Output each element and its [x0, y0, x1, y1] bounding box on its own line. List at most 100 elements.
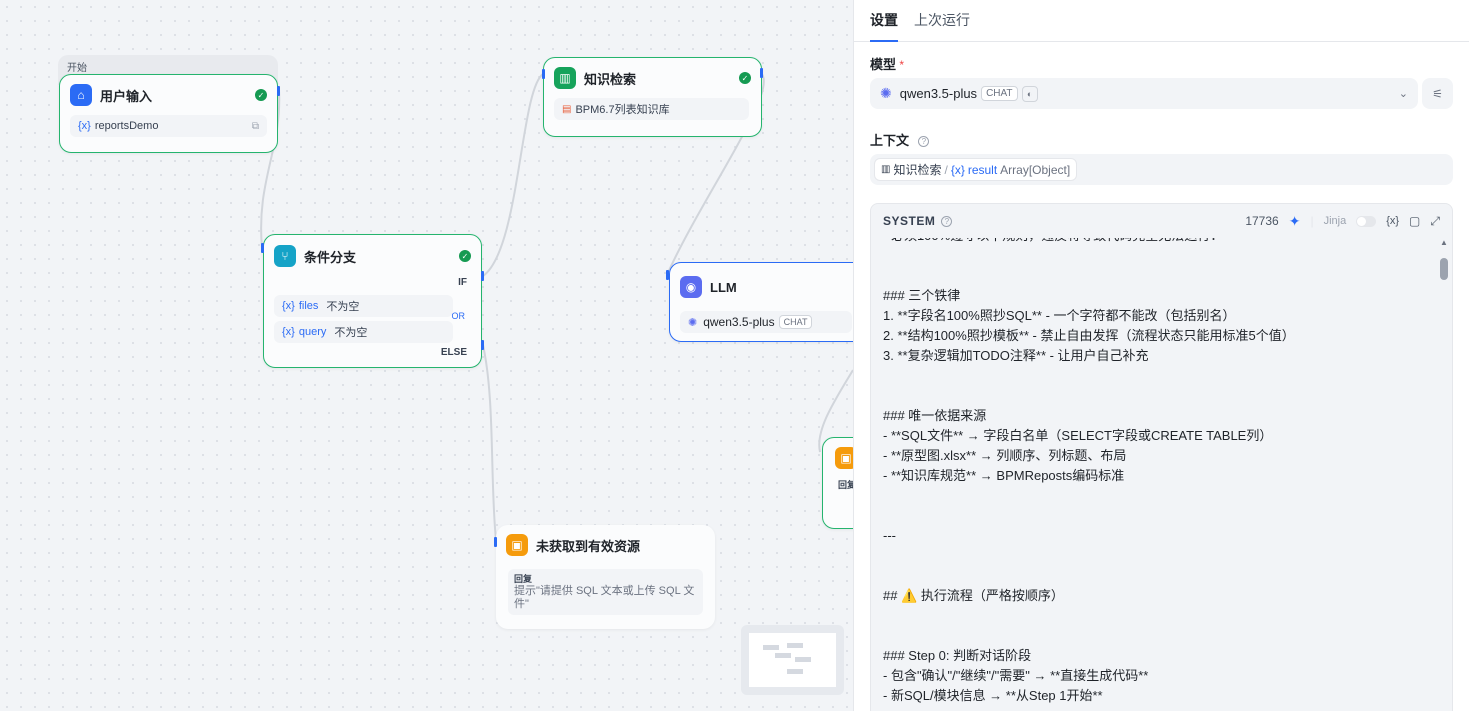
prompt-line: ### 三个铁律	[883, 288, 961, 303]
context-node: 知识检索	[893, 163, 942, 177]
prompt-line: 2. **结构100%照抄模板** - 禁止自由发挥（流程状态只能用标准5个值）	[883, 328, 1295, 343]
model-section-label: 模型 *	[870, 54, 904, 73]
condition-variable: files	[298, 300, 319, 312]
answer-content: 回复 提示"请提供 SQL 文本或上传 SQL 文件"	[508, 569, 703, 615]
node-llm[interactable]: ◉ LLM ✺ qwen3.5-plus CHAT	[669, 262, 853, 342]
edge-if-to-knowledge	[482, 73, 544, 277]
target-handle[interactable]	[666, 270, 669, 280]
variable-name: reportsDemo	[94, 120, 159, 132]
insert-variable-button[interactable]: {x}	[1386, 215, 1399, 227]
vision-icon: ◐	[1021, 85, 1038, 102]
system-prompt-text[interactable]: - 必须100%遵守以下规则，违反将导致代码完全无法运行： ### 三个铁律 1.…	[883, 238, 1431, 711]
reply-icon: ▣	[506, 534, 528, 556]
prompt-line: - 新SQL/模块信息 → **从Step 1开始**	[883, 688, 1103, 703]
target-handle[interactable]	[542, 69, 545, 79]
required-mark: *	[899, 58, 905, 72]
else-label: ELSE	[440, 347, 467, 358]
condition-row: {x} files 不为空	[274, 295, 453, 317]
prompt-line	[883, 506, 1431, 526]
prompt-line	[883, 386, 1431, 406]
node-answer[interactable]: ▣ 未获取到有效资源 回复 提示"请提供 SQL 文本或上传 SQL 文件"	[496, 525, 715, 629]
prompt-line: 3. **复杂逻辑加TODO注释** - 让用户自己补充	[883, 348, 1149, 363]
prompt-line	[883, 366, 1431, 386]
prompt-line: ---	[883, 528, 896, 543]
reply-icon: ▣	[835, 447, 853, 469]
else-handle[interactable]	[481, 340, 484, 350]
qwen-logo-icon: ✺	[880, 85, 892, 101]
scrollbar-thumb[interactable]	[1440, 258, 1448, 280]
chat-chip: CHAT	[981, 86, 1018, 101]
node-title: LLM	[710, 279, 737, 295]
clipboard-icon[interactable]: ▢	[1409, 214, 1420, 228]
scrollbar[interactable]: ▲	[1440, 238, 1448, 711]
model-row: ✺ qwen3.5-plus CHAT	[680, 311, 852, 333]
source-handle[interactable]	[760, 68, 763, 78]
condition-variable: query	[298, 326, 327, 338]
book-icon: ▥	[554, 67, 576, 89]
prompt-line	[883, 486, 1431, 506]
model-name: qwen3.5-plus	[899, 86, 978, 101]
help-icon[interactable]: ?	[941, 215, 953, 227]
path-separator: /	[944, 162, 948, 177]
answer-text: 提示"请提供 SQL 文本或上传 SQL 文件"	[514, 585, 695, 610]
minimap[interactable]	[741, 625, 844, 695]
context-var-name: result	[967, 162, 998, 177]
success-check-icon: ✓	[459, 250, 471, 262]
tab-last-run[interactable]: 上次运行	[914, 0, 970, 41]
prompt-line	[883, 246, 1431, 266]
model-name: qwen3.5-plus	[703, 315, 775, 329]
scroll-up-arrow-icon[interactable]: ▲	[1440, 238, 1448, 247]
variable-icon: {x}	[950, 162, 965, 177]
prompt-line	[883, 266, 1431, 286]
jinja-toggle[interactable]	[1356, 215, 1377, 227]
copy-icon[interactable]: ⧉	[252, 121, 259, 132]
tab-settings[interactable]: 设置	[870, 0, 898, 42]
context-variable-tag[interactable]: ▥ 知识检索 / {x} result Array[Object]	[874, 158, 1078, 181]
dataset-icon: ▤	[562, 103, 572, 115]
workflow-canvas[interactable]: 开始 ⌂ 用户输入 ✓ {x} reportsDemo ⧉ ▥ 知识检索 ✓ ▤…	[0, 0, 853, 711]
answer-label: 回复	[514, 574, 533, 584]
node-title: 知识检索	[584, 71, 637, 87]
context-selector[interactable]: ▥ 知识检索 / {x} result Array[Object]	[870, 154, 1453, 185]
jinja-label: Jinja	[1323, 215, 1347, 227]
dataset-item: ▤ BPM6.7列表知识库	[554, 98, 749, 120]
system-prompt-editor[interactable]: SYSTEM ? 17736 ✦ | Jinja {x} ▢ ⤢ - 必须100…	[870, 203, 1453, 711]
condition-row: {x} query 不为空	[274, 321, 453, 343]
char-count: 17736	[1245, 214, 1279, 228]
input-variable: {x} reportsDemo ⧉	[70, 115, 267, 137]
variable-icon: {x}	[282, 300, 295, 312]
target-handle[interactable]	[494, 537, 497, 547]
prompt-line: ## ⚠️ 执行流程（严格按顺序）	[883, 588, 1064, 603]
node-knowledge-retrieval[interactable]: ▥ 知识检索 ✓ ▤ BPM6.7列表知识库	[543, 57, 762, 137]
context-label: 上下文	[870, 133, 910, 148]
prompt-line	[883, 546, 1431, 566]
help-icon[interactable]: ?	[918, 136, 930, 147]
prompt-line: - 包含"确认"/"继续"/"需要" → **直接生成代码**	[883, 668, 1149, 683]
panel-tabs: 设置 上次运行	[854, 0, 1469, 42]
target-handle[interactable]	[261, 243, 264, 253]
divider: |	[1310, 214, 1314, 228]
prompt-line: ### 唯一依据来源	[883, 408, 987, 423]
chat-chip: CHAT	[778, 315, 813, 329]
prompt-line: - 必须100%遵守以下规则，违反将导致代码完全无法运行：	[883, 238, 1431, 246]
system-prompt-header: SYSTEM ? 17736 ✦ | Jinja {x} ▢ ⤢	[871, 204, 1452, 238]
chevron-down-icon[interactable]: ⌄	[1399, 87, 1408, 100]
node-if-else[interactable]: ⑂ 条件分支 ✓ IF {x} files 不为空 {x} query 不为空 …	[263, 234, 482, 368]
source-handle[interactable]	[277, 86, 280, 96]
model-selector[interactable]: ✺ qwen3.5-plus CHAT ◐ ⌄	[870, 78, 1418, 109]
expand-icon[interactable]: ⤢	[1430, 214, 1440, 229]
prompt-line: - **知识库规范** → BPMReposts编码标准	[883, 468, 1125, 483]
model-params-button[interactable]: ⚟	[1422, 78, 1453, 109]
answer-label: 回复	[838, 480, 853, 490]
prompt-line: - **原型图.xlsx** → 列顺序、列标题、布局	[883, 448, 1127, 463]
if-handle[interactable]	[481, 271, 484, 281]
variable-icon: {x}	[78, 120, 91, 132]
variable-icon: {x}	[282, 326, 295, 338]
prompt-line: 1. **字段名100%照抄SQL** - 一个字符都不能改（包括别名）	[883, 308, 1236, 323]
model-label: 模型	[870, 57, 897, 72]
qwen-logo-icon: ✺	[688, 316, 698, 329]
node-answer-partial[interactable]: ▣ 回复	[822, 437, 853, 529]
node-settings-panel: 设置 上次运行 模型 * ✺ qwen3.5-plus CHAT ◐ ⌄ ⚟ 上…	[853, 0, 1469, 711]
node-user-input[interactable]: ⌂ 用户输入 ✓ {x} reportsDemo ⧉	[59, 74, 278, 153]
sparkle-icon[interactable]: ✦	[1289, 213, 1301, 230]
